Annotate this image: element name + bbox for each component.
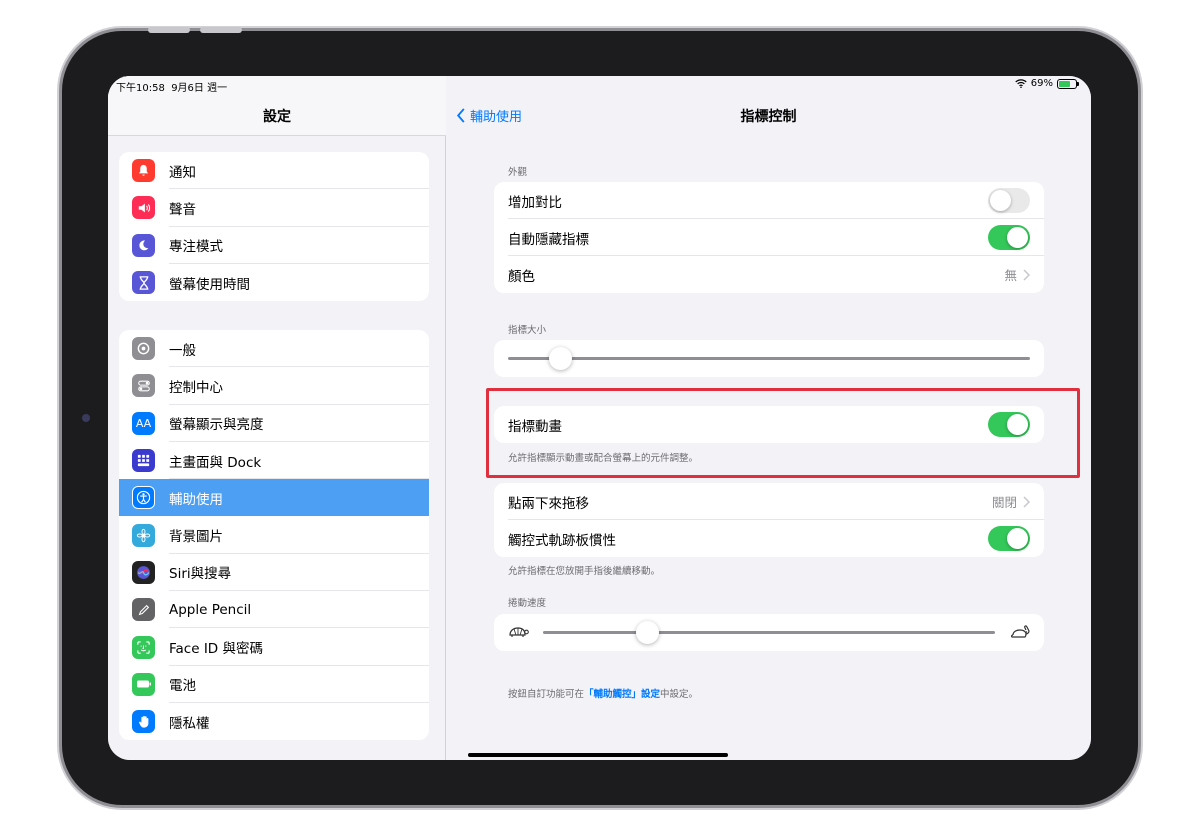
footer-prefix: 按鈕自訂功能可在 (508, 689, 585, 700)
gear-icon (132, 337, 155, 361)
chevron-right-icon (1023, 495, 1030, 508)
pointer-size-slider[interactable] (494, 340, 1044, 377)
sidebar-item-wallpaper[interactable]: 背景圖片 (119, 516, 429, 554)
sidebar-item-accessibility[interactable]: 輔助使用 (119, 479, 429, 517)
sidebar-item-label: Siri與搜尋 (169, 566, 232, 583)
sidebar-item-privacy[interactable]: 隱私權 (119, 703, 429, 740)
increase-contrast-row: 增加對比 (494, 182, 1044, 219)
sidebar: 設定 通知 聲音 專注模式 螢幕使用時間 一般 控制中心 AA 螢幕顯示與亮度 … (108, 76, 446, 760)
text-size-icon: AA (132, 411, 155, 435)
section-header-appearance: 外觀 (508, 167, 528, 178)
sidebar-item-face-id[interactable]: Face ID 與密碼 (119, 628, 429, 666)
accessibility-icon (132, 486, 155, 510)
sidebar-item-label: 主畫面與 Dock (169, 454, 262, 471)
page-title: 指標控制 (740, 109, 797, 125)
hand-icon (132, 710, 155, 734)
rabbit-icon (1009, 623, 1031, 645)
footer-note: 按鈕自訂功能可在「輔助觸控」設定中設定。 (508, 686, 698, 700)
sidebar-item-label: 螢幕使用時間 (169, 276, 250, 293)
slider-thumb[interactable] (635, 621, 659, 644)
footer-suffix: 中設定。 (660, 689, 699, 700)
sidebar-item-label: 一般 (169, 342, 196, 359)
trackpad-inertia-footnote: 允許指標在您放開手指後繼續移動。 (508, 566, 661, 577)
sidebar-item-control-center[interactable]: 控制中心 (119, 367, 429, 405)
slider-thumb[interactable] (549, 347, 573, 370)
trackpad-inertia-row: 觸控式軌跡板慣性 (494, 520, 1044, 557)
color-label: 顏色 (508, 268, 535, 285)
flower-icon (132, 523, 155, 547)
trackpad-inertia-label: 觸控式軌跡板慣性 (508, 532, 616, 549)
sidebar-item-sounds[interactable]: 聲音 (119, 189, 429, 227)
wifi-icon (1015, 79, 1027, 88)
slider-track (508, 357, 1030, 360)
camera (82, 414, 90, 422)
color-row[interactable]: 顏色 無 (494, 256, 1044, 293)
tap-drag-value: 關閉 (991, 495, 1017, 510)
volume-button (148, 27, 190, 33)
sidebar-item-screen-time[interactable]: 螢幕使用時間 (119, 264, 429, 301)
sidebar-item-label: 螢幕顯示與亮度 (169, 417, 264, 434)
chevron-right-icon (1023, 268, 1030, 281)
sidebar-item-label: 專注模式 (169, 239, 223, 256)
face-id-icon (132, 635, 155, 659)
sidebar-item-focus[interactable]: 專注模式 (119, 227, 429, 264)
turtle-icon (507, 624, 529, 644)
sidebar-item-label: 背景圖片 (169, 529, 223, 546)
sidebar-title: 設定 (263, 109, 291, 125)
switches-icon (132, 374, 155, 398)
section-header-scroll-speed: 捲動速度 (508, 598, 547, 609)
sidebar-item-battery[interactable]: 電池 (119, 666, 429, 703)
sidebar-item-label: 隱私權 (169, 715, 210, 732)
status-time: 下午10:58 (116, 83, 165, 94)
sidebar-item-general[interactable]: 一般 (119, 330, 429, 368)
section-header-pointer-size: 指標大小 (508, 325, 547, 336)
sidebar-item-label: 聲音 (169, 201, 196, 218)
auto-hide-label: 自動隱藏指標 (508, 231, 589, 248)
highlight-box (486, 388, 1080, 478)
bell-icon (132, 159, 155, 183)
siri-icon (132, 560, 155, 584)
sidebar-item-label: Apple Pencil (169, 601, 252, 618)
hourglass-icon (132, 271, 155, 295)
sidebar-item-label: 通知 (169, 164, 196, 181)
sidebar-item-label: 輔助使用 (169, 491, 223, 508)
sidebar-group-notifications: 通知 聲音 專注模式 螢幕使用時間 (119, 152, 429, 302)
grid-icon (132, 449, 155, 473)
slider-track (543, 631, 995, 634)
pencil-icon (132, 598, 155, 622)
moon-icon (132, 233, 155, 257)
trackpad-group: 點兩下來拖移 關閉 觸控式軌跡板慣性 (494, 483, 1044, 557)
battery-icon (1057, 78, 1079, 89)
volume-button (200, 27, 242, 33)
auto-hide-toggle[interactable] (988, 225, 1030, 250)
tap-drag-row[interactable]: 點兩下來拖移 關閉 (494, 483, 1044, 520)
home-indicator[interactable] (468, 753, 728, 757)
status-bar-right: 69% (1015, 78, 1079, 89)
sidebar-item-siri[interactable]: Siri與搜尋 (119, 554, 429, 592)
sidebar-item-label: 控制中心 (169, 379, 223, 396)
sidebar-group-general: 一般 控制中心 AA 螢幕顯示與亮度 主畫面與 Dock 輔助使用 背景圖片 S… (119, 330, 429, 741)
sidebar-item-label: 電池 (169, 678, 196, 695)
sidebar-item-notifications[interactable]: 通知 (119, 152, 429, 190)
sidebar-item-home-screen[interactable]: 主畫面與 Dock (119, 442, 429, 480)
status-date: 9月6日 週一 (171, 83, 228, 94)
scroll-speed-slider[interactable] (494, 614, 1044, 651)
trackpad-inertia-toggle[interactable] (988, 526, 1030, 551)
speaker-icon (132, 196, 155, 220)
color-value: 無 (1004, 268, 1017, 283)
battery-icon (132, 672, 155, 696)
tap-drag-label: 點兩下來拖移 (508, 495, 589, 512)
sidebar-item-apple-pencil[interactable]: Apple Pencil (119, 591, 429, 629)
status-bar-left: 下午10:58 9月6日 週一 (116, 79, 227, 94)
sidebar-item-display[interactable]: AA 螢幕顯示與亮度 (119, 405, 429, 442)
sidebar-item-label: Face ID 與密碼 (169, 641, 263, 658)
battery-percent: 69% (1030, 78, 1053, 89)
auto-hide-row: 自動隱藏指標 (494, 219, 1044, 256)
appearance-group: 增加對比 自動隱藏指標 顏色 無 (494, 182, 1044, 293)
assistive-touch-link[interactable]: 「輔助觸控」設定 (584, 689, 660, 700)
increase-contrast-label: 增加對比 (508, 194, 562, 211)
increase-contrast-toggle[interactable] (988, 188, 1030, 213)
